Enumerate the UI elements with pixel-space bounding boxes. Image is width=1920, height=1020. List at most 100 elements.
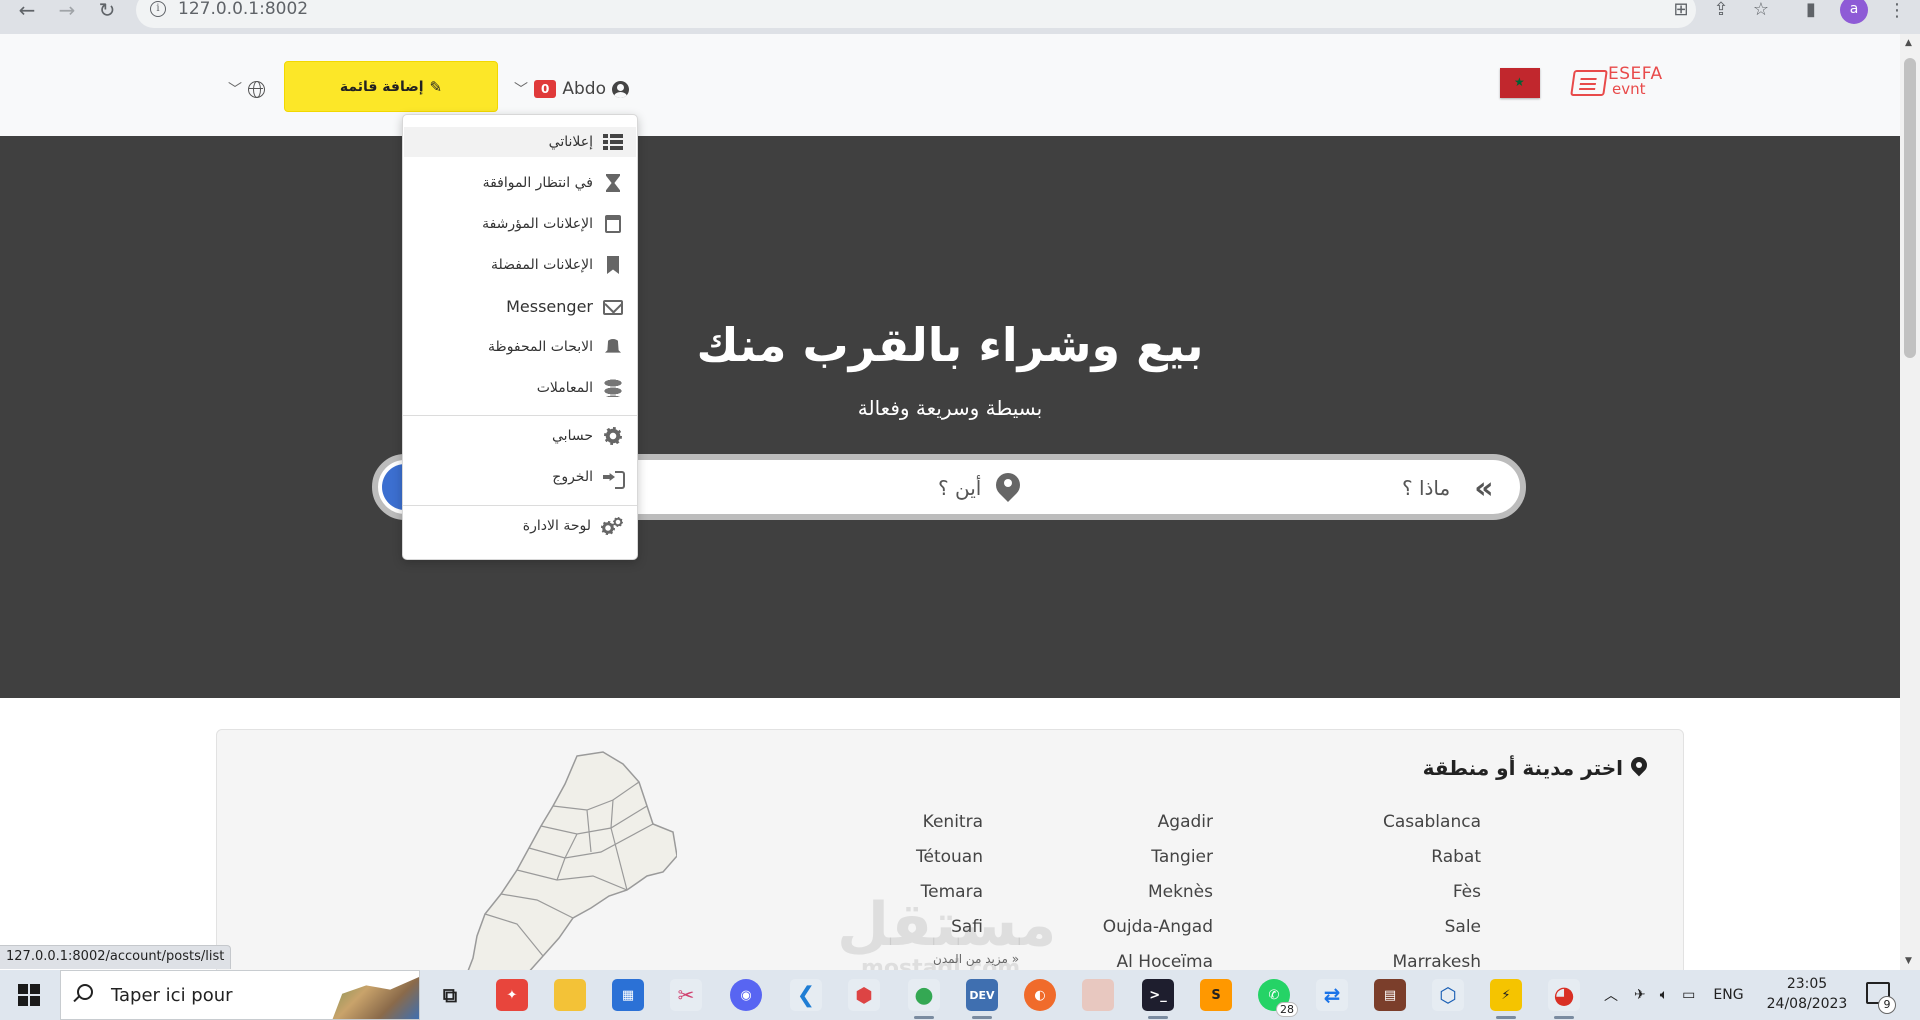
- add-listing-button[interactable]: إضافة قائمة ✎: [284, 61, 498, 112]
- chevron-up-icon[interactable]: ︿: [1604, 985, 1618, 1005]
- menu-item-logout[interactable]: الخروج: [552, 462, 625, 492]
- username: Abdo: [562, 79, 606, 99]
- airplane-mode-icon[interactable]: ✈: [1634, 987, 1646, 1003]
- language-indicator[interactable]: ENG: [1713, 987, 1743, 1003]
- menu-item-saved-searches[interactable]: الابحات المحفوظة: [488, 332, 623, 362]
- winrar-icon[interactable]: ▤: [1374, 979, 1406, 1011]
- city-link[interactable]: Kenitra: [823, 812, 983, 832]
- clock-time: 23:05: [1786, 976, 1828, 992]
- task-view-icon[interactable]: ⧉: [434, 979, 466, 1011]
- menu-item-transactions[interactable]: المعاملات: [537, 373, 623, 403]
- where-input[interactable]: أين ؟: [938, 476, 981, 500]
- menu-item-pending-approval[interactable]: في انتظار الموافقة: [483, 168, 623, 198]
- devc-app-icon[interactable]: DEV: [966, 979, 998, 1019]
- city-link[interactable]: Fès: [1321, 882, 1481, 902]
- hero-subtitle: بسيطة وسريعة وفعالة: [857, 396, 1043, 420]
- file-explorer-icon[interactable]: [554, 979, 586, 1011]
- taskbar-clock[interactable]: 23:05 24/08/2023: [1764, 974, 1850, 1014]
- chrome-profile-icon[interactable]: ●: [908, 979, 940, 1019]
- translate-icon[interactable]: ⊞: [1668, 0, 1694, 22]
- language-selector[interactable]: ﹀: [228, 79, 265, 99]
- what-input[interactable]: ماذا ؟: [1402, 476, 1450, 500]
- bookmark-star-icon[interactable]: ☆: [1748, 0, 1774, 22]
- security-app-icon[interactable]: ⬢: [848, 979, 880, 1011]
- back-icon[interactable]: ←: [12, 0, 42, 22]
- media-player-icon[interactable]: ◐: [1024, 979, 1056, 1011]
- notification-center-count: 9: [1878, 996, 1896, 1014]
- cities-title-text: اختر مدينة أو منطقة: [1422, 756, 1623, 780]
- city-link[interactable]: Casablanca: [1321, 812, 1481, 832]
- planner-app-icon[interactable]: ✦: [496, 979, 528, 1011]
- site-info-icon[interactable]: i: [150, 1, 166, 17]
- envelope-icon: [603, 299, 623, 315]
- db-app-icon[interactable]: ⚡: [1490, 979, 1522, 1019]
- brand-logo[interactable]: ESEFA evnt: [1570, 64, 1676, 104]
- menu-item-archived-ads[interactable]: الإعلانات المؤرشفة: [482, 209, 623, 239]
- microsoft-store-icon[interactable]: ▦: [612, 979, 644, 1011]
- what-field[interactable]: ماذا ؟ «: [1402, 470, 1494, 506]
- city-link[interactable]: Tangier: [1053, 847, 1213, 867]
- battery-icon[interactable]: ▭: [1682, 987, 1695, 1003]
- site-header: ESEFA evnt ★ ﹀ 0 Abdo إضافة قائمة ✎ ﹀: [0, 34, 1900, 136]
- hero-title: بيع وشراء بالقرب منك: [0, 318, 1900, 372]
- browser-menu-icon[interactable]: ⋮: [1888, 0, 1906, 21]
- user-menu-toggle[interactable]: ﹀ 0 Abdo: [514, 76, 629, 102]
- where-field[interactable]: أين ؟: [938, 470, 1021, 506]
- gear-icon: [604, 427, 622, 445]
- share-icon[interactable]: ⇪: [1708, 0, 1734, 22]
- menu-divider: [403, 415, 637, 416]
- side-panel-icon[interactable]: ▮: [1798, 0, 1824, 22]
- anime-app-icon[interactable]: [1082, 979, 1114, 1011]
- chrome-icon[interactable]: ◕: [1548, 979, 1580, 1019]
- scrollbar-thumb[interactable]: [1904, 58, 1916, 358]
- browser-profile-avatar[interactable]: a: [1840, 0, 1868, 24]
- menu-item-favorite-ads[interactable]: الإعلانات المفضلة: [491, 250, 623, 280]
- globe-icon: [248, 80, 265, 98]
- user-circle-icon: [611, 80, 629, 98]
- snipping-tool-icon[interactable]: ✂: [670, 979, 702, 1011]
- forward-icon[interactable]: →: [52, 0, 82, 22]
- windows-start-icon[interactable]: [18, 984, 40, 1006]
- city-link[interactable]: Tétouan: [823, 847, 983, 867]
- city-link[interactable]: Meknès: [1053, 882, 1213, 902]
- chevron-down-icon: ﹀: [514, 82, 528, 98]
- vscode-icon[interactable]: ❮: [790, 979, 822, 1011]
- page-scrollbar[interactable]: ▲ ▼: [1900, 34, 1920, 970]
- city-link[interactable]: Agadir: [1053, 812, 1213, 832]
- virtualbox-icon[interactable]: ⬡: [1432, 979, 1464, 1011]
- brand-tagline: evnt: [1612, 80, 1646, 98]
- menu-item-label: الإعلانات المفضلة: [491, 257, 593, 273]
- terminal-icon[interactable]: >_: [1142, 979, 1174, 1019]
- notification-badge: 0: [534, 80, 557, 98]
- menu-item-messenger[interactable]: Messenger: [506, 291, 623, 321]
- remote-desktop-icon[interactable]: ⇄: [1316, 979, 1348, 1011]
- address-bar[interactable]: i 127.0.0.1:8002: [136, 0, 1696, 28]
- menu-item-my-ads[interactable]: إعلاناتي: [404, 127, 636, 157]
- hero-section: بيع وشراء بالقرب منك بسيطة وسريعة وفعالة…: [0, 136, 1900, 698]
- double-chevron-left-icon[interactable]: «: [1474, 471, 1494, 506]
- city-link[interactable]: Sale: [1321, 917, 1481, 937]
- scroll-down-icon[interactable]: ▼: [1905, 956, 1912, 966]
- city-link[interactable]: Rabat: [1321, 847, 1481, 867]
- map-marker-icon: [995, 471, 1021, 505]
- volume-icon[interactable]: 🔈︎: [1660, 987, 1668, 1003]
- menu-item-admin-panel[interactable]: لوحة الادارة: [523, 511, 623, 541]
- whatsapp-icon[interactable]: ✆ 28: [1258, 979, 1298, 1017]
- city-link[interactable]: Oujda-Angad: [1053, 917, 1213, 937]
- menu-item-my-account[interactable]: حسابي: [552, 421, 623, 451]
- link-status-tooltip: 127.0.0.1:8002/account/posts/list: [0, 945, 232, 969]
- reload-icon[interactable]: ↻: [92, 0, 122, 22]
- chevron-down-icon: ﹀: [228, 82, 242, 98]
- morocco-flag-icon[interactable]: ★: [1500, 68, 1540, 98]
- discord-icon[interactable]: ◉: [730, 979, 762, 1011]
- scroll-up-icon[interactable]: ▲: [1905, 38, 1912, 48]
- clock-date: 24/08/2023: [1766, 996, 1848, 1012]
- city-link[interactable]: Al Hoceïma: [1053, 952, 1213, 972]
- watermark-logo: مستقل: [837, 890, 1057, 960]
- menu-item-label: في انتظار الموافقة: [482, 175, 593, 191]
- taskbar-search-box[interactable]: Taper ici pour: [60, 970, 420, 1020]
- bookmark-icon: [607, 256, 619, 274]
- sublime-text-icon[interactable]: S: [1200, 979, 1232, 1011]
- city-link[interactable]: Marrakesh: [1321, 952, 1481, 972]
- map-marker-icon: [1631, 757, 1647, 779]
